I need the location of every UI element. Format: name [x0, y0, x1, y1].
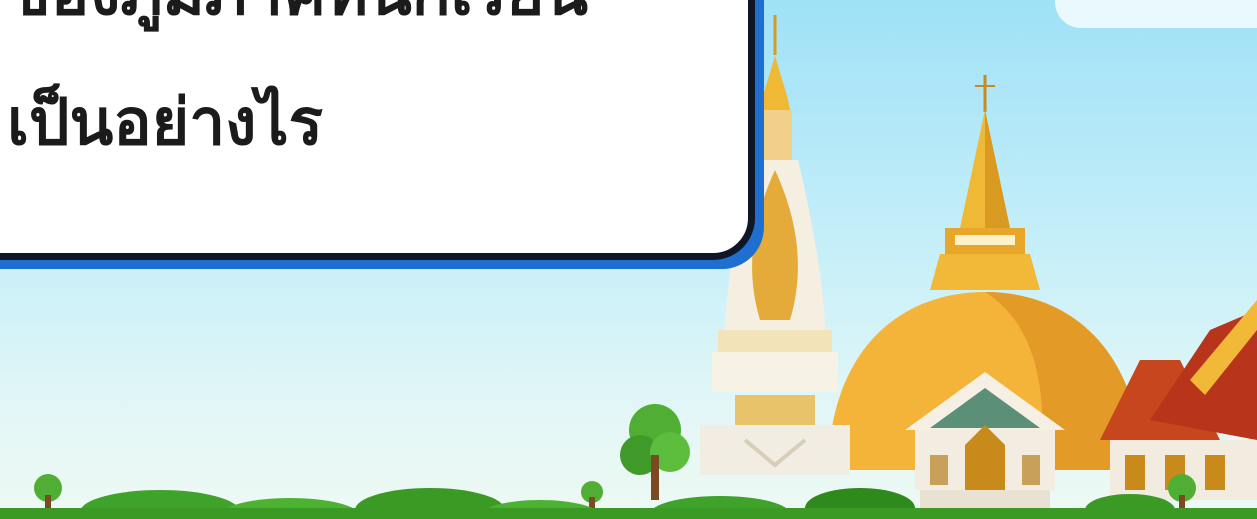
question-card: ของภูมิภาคที่นักเรียน เป็นอย่างไร	[0, 0, 755, 260]
question-text-line-1: ของภูมิภาคที่นักเรียน	[7, 0, 588, 25]
question-text-line-2: เป็นอย่างไร	[7, 86, 323, 160]
tree-icon	[620, 404, 690, 500]
thai-temple-icon	[1100, 300, 1257, 500]
grass-icon	[0, 488, 1257, 519]
slide-canvas: ของภูมิภาคที่นักเรียน เป็นอย่างไร	[0, 0, 1257, 519]
